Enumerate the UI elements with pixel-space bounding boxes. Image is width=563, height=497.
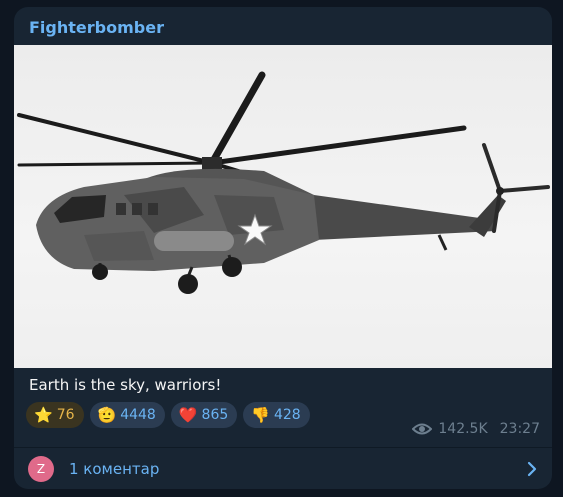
reaction-heart[interactable]: ❤️ 865 bbox=[170, 402, 238, 428]
post-meta: 142.5K 23:27 bbox=[412, 421, 540, 437]
channel-name[interactable]: Fighterbomber bbox=[29, 17, 164, 39]
reactions-bar: ⭐ 76 🫡 4448 ❤️ 865 👎 428 bbox=[26, 402, 310, 428]
post-caption: Earth is the sky, warriors! bbox=[29, 376, 222, 394]
post-photo[interactable] bbox=[14, 45, 552, 368]
chevron-right-icon bbox=[527, 461, 537, 477]
view-count: 142.5K bbox=[438, 421, 488, 437]
post-time: 23:27 bbox=[499, 421, 540, 437]
reaction-count: 865 bbox=[201, 407, 229, 423]
comments-label: 1 коментар bbox=[69, 459, 160, 478]
salute-hand-icon: 🫡 bbox=[97, 405, 117, 424]
reaction-salute[interactable]: 🫡 4448 bbox=[89, 402, 165, 428]
channel-post: Fighterbomber Earth is the sky, warriors… bbox=[14, 7, 552, 489]
reaction-thumbs-down[interactable]: 👎 428 bbox=[243, 402, 310, 428]
eye-icon bbox=[412, 423, 433, 435]
reaction-star[interactable]: ⭐ 76 bbox=[26, 402, 84, 428]
red-heart-icon: ❤️ bbox=[178, 405, 198, 424]
comments-button[interactable]: Z 1 коментар bbox=[14, 448, 552, 489]
reaction-count: 76 bbox=[56, 407, 75, 423]
star-icon: ⭐ bbox=[34, 405, 53, 424]
avatar: Z bbox=[28, 455, 54, 482]
reaction-count: 4448 bbox=[120, 407, 156, 423]
reaction-count: 428 bbox=[273, 407, 301, 423]
thumbs-down-icon: 👎 bbox=[251, 405, 270, 424]
helicopter-image bbox=[17, 71, 550, 294]
